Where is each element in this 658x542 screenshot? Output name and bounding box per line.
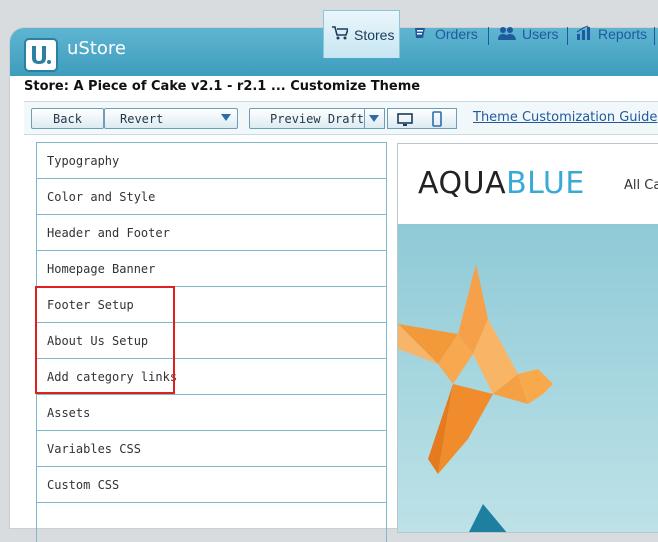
toolbar: Back Revert Preview Draft Theme Customiz… <box>24 101 658 135</box>
orders-icon <box>413 25 429 44</box>
preview-brand-part2: BLUE <box>506 166 585 201</box>
ustore-logo-icon <box>24 38 58 72</box>
preview-draft-label: Preview Draft <box>270 111 364 126</box>
preview-brand-part1: AQUA <box>418 166 507 201</box>
nav-divider <box>488 27 489 45</box>
menu-item-homepage-banner[interactable]: Homepage Banner <box>37 250 386 286</box>
menu-item-typography[interactable]: Typography <box>37 142 386 178</box>
menu-item-header-footer[interactable]: Header and Footer <box>37 214 386 250</box>
origami-bird-icon <box>398 264 553 532</box>
mobile-icon[interactable] <box>432 111 442 131</box>
desktop-icon[interactable] <box>397 112 413 131</box>
nav-orders-label: Orders <box>435 26 478 42</box>
menu-item-custom-css[interactable]: Custom CSS <box>37 466 386 502</box>
preview-header: AQUABLUE All Ca <box>398 144 658 225</box>
menu-item-variables-css[interactable]: Variables CSS <box>37 430 386 466</box>
users-icon <box>498 26 516 43</box>
preview-nav-all-categories[interactable]: All Ca <box>624 178 658 193</box>
page-title: Store: A Piece of Cake v2.1 - r2.1 ... C… <box>24 79 421 94</box>
nav-orders[interactable]: Orders <box>413 10 478 58</box>
cart-icon <box>332 26 350 43</box>
theme-guide-link[interactable]: Theme Customization Guide <box>473 110 657 125</box>
app-name: uStore <box>67 38 126 59</box>
annotation-highlight-box <box>35 286 175 394</box>
device-toggle <box>387 108 457 129</box>
menu-item-assets[interactable]: Assets <box>37 394 386 430</box>
reports-icon <box>576 24 592 44</box>
back-button[interactable]: Back <box>31 108 104 129</box>
nav-users-label: Users <box>522 26 559 42</box>
preview-brand-logo: AQUABLUE <box>418 166 585 201</box>
nav-users[interactable]: Users <box>498 10 559 58</box>
chevron-down-icon <box>221 114 231 121</box>
back-button-label: Back <box>53 111 82 126</box>
revert-dropdown[interactable]: Revert <box>104 108 238 129</box>
nav-divider <box>654 27 655 45</box>
nav-reports-label: Reports <box>598 26 648 42</box>
chevron-down-icon <box>369 115 379 122</box>
theme-preview: AQUABLUE All Ca <box>397 143 658 533</box>
nav-reports[interactable]: Reports <box>576 10 647 58</box>
revert-label: Revert <box>120 111 164 126</box>
preview-hero-banner <box>398 224 658 532</box>
menu-item-more[interactable] <box>37 502 386 538</box>
preview-options-dropdown[interactable] <box>364 108 385 129</box>
nav-stores-label: Stores <box>354 26 395 43</box>
nav-divider <box>567 27 568 45</box>
menu-item-color-style[interactable]: Color and Style <box>37 178 386 214</box>
nav-stores[interactable]: Stores <box>323 10 400 58</box>
